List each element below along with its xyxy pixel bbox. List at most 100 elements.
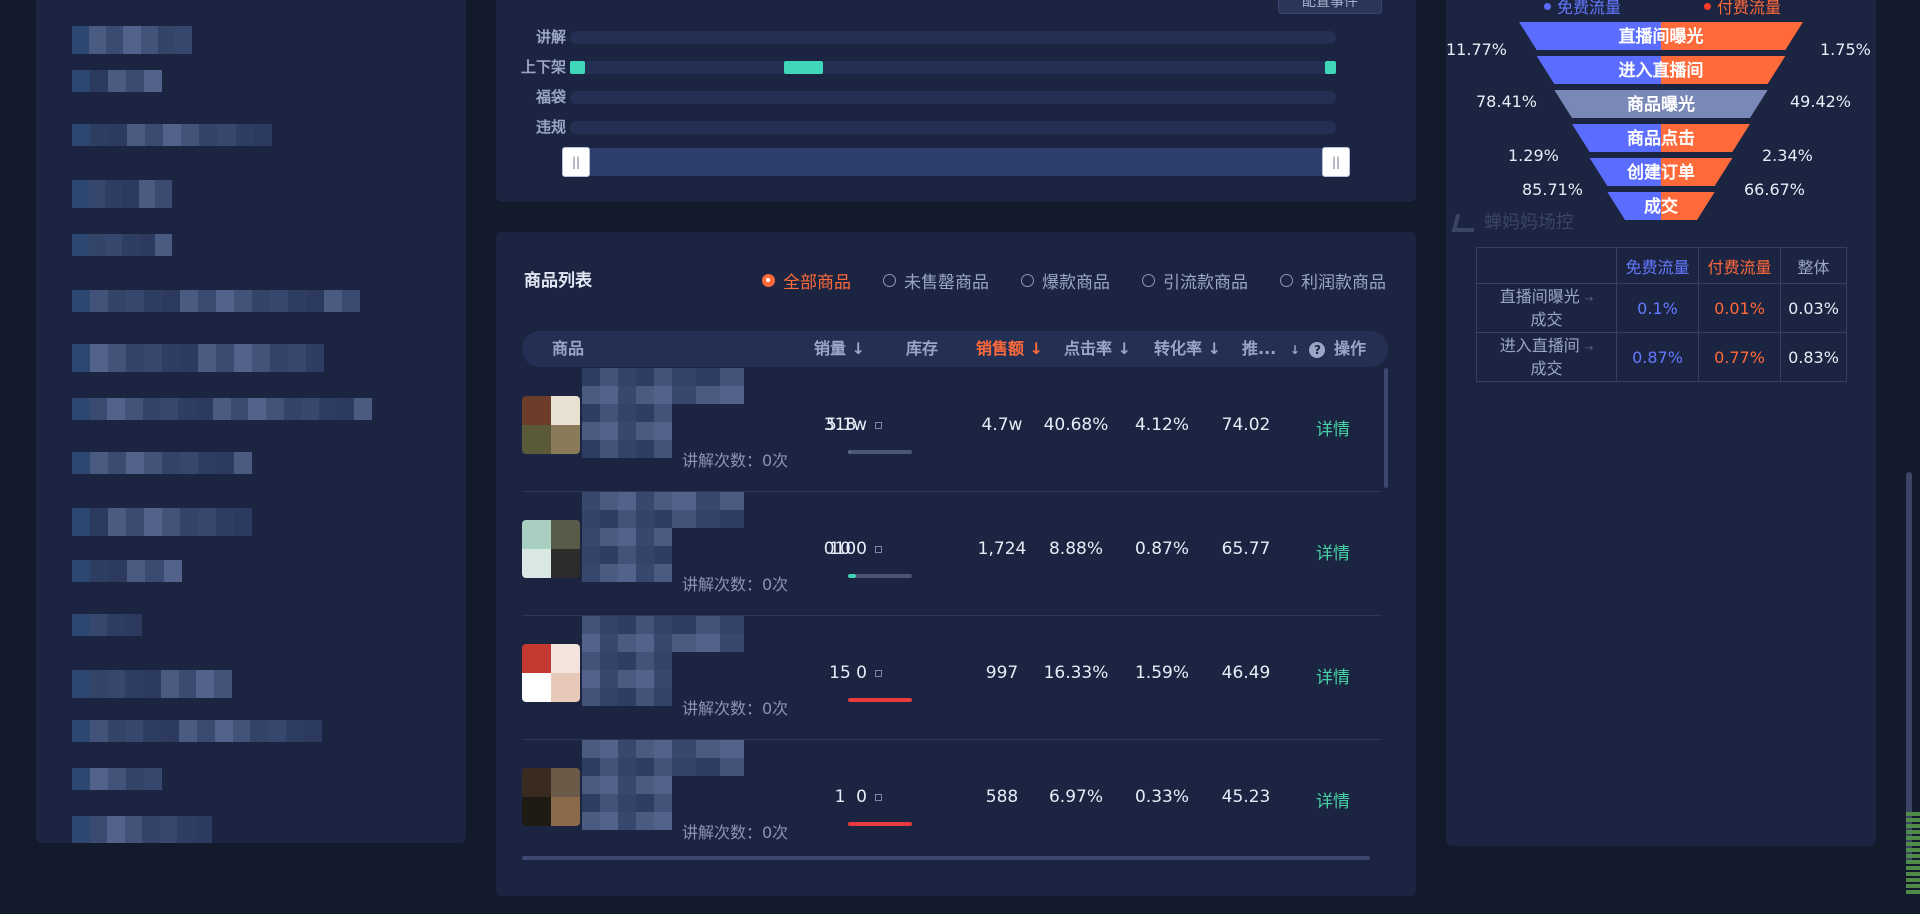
- recommend-score: 46.49: [1221, 663, 1271, 683]
- col-cvr[interactable]: 转化率 ↓: [1154, 331, 1221, 367]
- conv-overall-value: 0.03%: [1780, 283, 1847, 333]
- col-recommend[interactable]: 推... ↓ ?: [1242, 331, 1326, 367]
- funnel-stage-label: 成交: [1644, 196, 1678, 217]
- listing-event-marker[interactable]: [1324, 61, 1336, 74]
- stock-chart-icon[interactable]: [875, 669, 882, 677]
- filter-all-products[interactable]: 全部商品: [762, 268, 851, 293]
- conv-paid-value: 0.77%: [1698, 332, 1781, 382]
- explain-count: 讲解次数：0次: [682, 451, 789, 470]
- right-rate-4: 66.67%: [1744, 180, 1806, 199]
- range-start-handle[interactable]: ||: [562, 147, 590, 177]
- ctr-value: 6.97%: [1048, 787, 1103, 807]
- conv-header-empty: [1476, 247, 1617, 284]
- arrow-right-icon: →: [1584, 342, 1594, 354]
- product-name-blurred: [582, 492, 744, 582]
- blurred-list-item: [72, 290, 360, 312]
- revenue-value: 1,724: [977, 539, 1027, 559]
- col-recommend-label: 推...: [1242, 339, 1277, 358]
- page-scrollbar[interactable]: [1906, 472, 1912, 862]
- explain-count: 讲解次数：0次: [682, 575, 789, 594]
- blurred-list-item: [72, 720, 322, 742]
- track-listing[interactable]: [570, 61, 1336, 74]
- filter-label: 利润款商品: [1301, 273, 1386, 293]
- listing-event-marker[interactable]: [784, 61, 823, 74]
- conv-header-free: 免费流量: [1616, 247, 1699, 284]
- radio-icon: [1021, 274, 1034, 287]
- cvr-value: 4.12%: [1134, 415, 1189, 435]
- filter-label: 未售罄商品: [904, 273, 989, 293]
- product-filter-group: 全部商品 未售罄商品 爆款商品 引流款商品 利润款商品: [762, 268, 1386, 293]
- legend-paid[interactable]: 付费流量: [1704, 0, 1781, 18]
- ctr-value: 16.33%: [1043, 663, 1109, 683]
- left-rate-3: 1.29%: [1508, 146, 1559, 165]
- revenue-value: 588: [985, 787, 1019, 807]
- left-rate-2: 78.41%: [1476, 92, 1538, 111]
- table-horizontal-scrollbar[interactable]: [522, 856, 1370, 860]
- product-thumbnail[interactable]: [522, 768, 580, 826]
- legend-dot-icon: [1704, 2, 1711, 10]
- stock-value: 0: [856, 663, 882, 683]
- col-action: 操作: [1334, 339, 1367, 358]
- sort-arrow-icon: ↓: [1289, 343, 1300, 357]
- table-vertical-scrollbar[interactable]: [1384, 368, 1388, 488]
- funnel-stage-label: 直播间曝光: [1619, 26, 1704, 47]
- product-table-header: 商品 销量 ↓ 库存 销售额 ↓ 点击率 ↓ 转化率 ↓ 推... ↓ ? 操作: [522, 331, 1388, 367]
- stock-value: 5.1w: [826, 415, 882, 435]
- table-row[interactable]: 讲解次数：0次 318 4.7w 40.68% 4.12% 74.02 5.1w 详情: [522, 368, 1382, 492]
- config-events-button[interactable]: 配置事件: [1278, 0, 1382, 14]
- listing-event-marker[interactable]: [570, 61, 586, 74]
- col-stock: 库存: [906, 339, 939, 358]
- radio-icon: [762, 274, 775, 287]
- funnel-stage-label: 商品点击: [1627, 128, 1695, 149]
- detail-link[interactable]: 详情: [1316, 663, 1350, 688]
- sales-value: 15: [829, 663, 851, 683]
- product-name-blurred: [582, 740, 744, 830]
- detail-link[interactable]: 详情: [1316, 415, 1350, 440]
- track-lucky-bag[interactable]: [570, 91, 1336, 104]
- legend-free[interactable]: 免费流量: [1544, 0, 1621, 18]
- product-name-blurred: [582, 368, 744, 458]
- track-violation[interactable]: [570, 121, 1336, 134]
- filter-traffic-products[interactable]: 引流款商品: [1142, 268, 1248, 293]
- product-name-blurred: [582, 616, 744, 706]
- watermark-text: 蝉妈妈场控: [1484, 212, 1574, 233]
- product-thumbnail[interactable]: [522, 520, 580, 578]
- filter-unsold-out[interactable]: 未售罄商品: [883, 268, 989, 293]
- left-rate-1: 11.77%: [1446, 40, 1508, 59]
- table-row[interactable]: 讲解次数：0次 1 588 6.97% 0.33% 45.23 0 详情: [522, 740, 1382, 864]
- stock-level-bar: [848, 698, 912, 702]
- ctr-value: 40.68%: [1043, 415, 1109, 435]
- col-ctr[interactable]: 点击率 ↓: [1064, 331, 1131, 367]
- table-row[interactable]: 讲解次数：0次 10 1,724 8.88% 0.87% 65.77 0100 详情: [522, 492, 1382, 616]
- filter-hot-products[interactable]: 爆款商品: [1021, 268, 1110, 293]
- watermark-logo: 蝉妈妈场控: [1451, 208, 1574, 234]
- help-icon[interactable]: ?: [1309, 341, 1326, 358]
- conv-row-label: 直播间曝光 → 成交: [1476, 283, 1617, 333]
- traffic-funnel-panel: 免费流量 付费流量 直播间曝光 进入直播间 商品曝光 商品点击 创建订单 成交 11.77…: [1446, 0, 1876, 846]
- time-range-slider[interactable]: || ||: [562, 147, 1350, 177]
- stock-chart-icon[interactable]: [875, 793, 882, 801]
- col-revenue[interactable]: 销售额 ↓: [976, 331, 1043, 367]
- blurred-list-item: [72, 816, 212, 843]
- product-thumbnail[interactable]: [522, 396, 580, 454]
- track-label-violation: 违规: [535, 118, 566, 136]
- product-thumbnail[interactable]: [522, 644, 580, 702]
- col-sales[interactable]: 销量 ↓: [814, 331, 865, 367]
- stock-chart-icon[interactable]: [875, 421, 882, 429]
- conv-paid-value: 0.01%: [1698, 283, 1781, 333]
- radio-icon: [883, 274, 896, 287]
- track-explain[interactable]: [570, 31, 1336, 44]
- stock-value: 0100: [824, 539, 882, 559]
- filter-profit-products[interactable]: 利润款商品: [1280, 268, 1386, 293]
- right-rate-3: 2.34%: [1762, 146, 1813, 165]
- live-session-list-panel: [36, 0, 466, 843]
- right-rate-2: 49.42%: [1790, 92, 1852, 111]
- detail-link[interactable]: 详情: [1316, 787, 1350, 812]
- stock-chart-icon[interactable]: [875, 545, 882, 553]
- conv-row-label: 进入直播间 → 成交: [1476, 332, 1617, 382]
- table-row[interactable]: 讲解次数：0次 15 997 16.33% 1.59% 46.49 0 详情: [522, 616, 1382, 740]
- detail-link[interactable]: 详情: [1316, 539, 1350, 564]
- range-end-handle[interactable]: ||: [1322, 147, 1350, 177]
- cvr-value: 1.59%: [1134, 663, 1189, 683]
- conv-row: 直播间曝光 → 成交 0.1% 0.01% 0.03%: [1476, 283, 1847, 333]
